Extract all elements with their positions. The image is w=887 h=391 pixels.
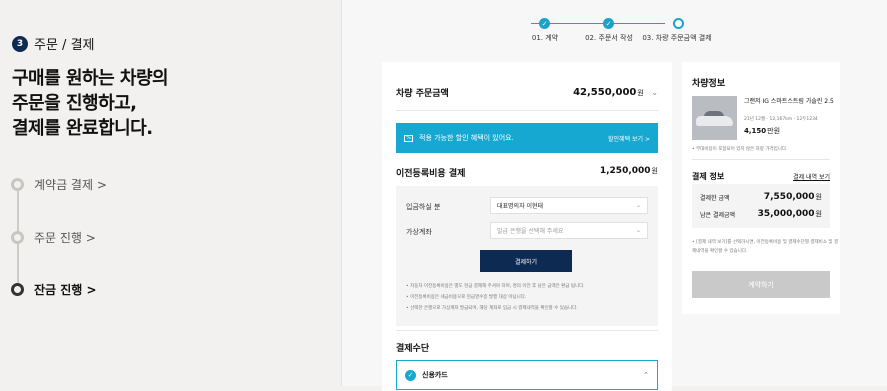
payment-method-label: 신용카드 bbox=[422, 371, 448, 379]
note-item: • 자동차 이전등록비용은 별도 현금 결제해 주셔야 하며, 명의 이전 후 … bbox=[406, 284, 585, 289]
currency-unit: 원 bbox=[637, 89, 644, 97]
order-payment-card: 차량 주문금액 42,550,000원 ⌄ % 적용 가능한 할인 혜택이 있어… bbox=[382, 62, 672, 391]
car-image bbox=[692, 96, 737, 140]
order-amount-value: 42,550,000원 ⌄ bbox=[573, 87, 658, 98]
payment-summary: 결제한 금액 7,550,000원 남은 결제금액 35,000,000원 bbox=[692, 184, 830, 228]
step-header: 3 주문 / 결제 bbox=[12, 34, 95, 53]
bank-placeholder: 발급 은행을 선택해 주세요 bbox=[497, 228, 564, 235]
car-price-unit: 만원 bbox=[767, 127, 781, 135]
headline-line: 결제를 완료합니다. bbox=[12, 118, 153, 139]
headline: 구매를 원하는 차량의 주문을 진행하고, 결제를 완료합니다. bbox=[12, 66, 169, 141]
paid-row: 결제한 금액 7,550,000원 bbox=[700, 192, 822, 202]
order-amount-row[interactable]: 차량 주문금액 42,550,000원 ⌄ bbox=[396, 86, 658, 99]
discount-link[interactable]: 할인혜택 보기 > bbox=[608, 134, 650, 143]
note-text: 자동차 이전등록비용은 별도 현금 결제해 주셔야 하며, 명의 이전 후 남은… bbox=[410, 284, 585, 289]
remaining-value: 35,000,000원 bbox=[758, 209, 822, 219]
divider bbox=[396, 110, 658, 111]
divider bbox=[396, 330, 658, 331]
divider bbox=[692, 159, 830, 160]
registration-fee-label: 이전등록비용 결제 bbox=[396, 169, 466, 179]
tracker-label: 01. 계약 bbox=[531, 34, 559, 42]
car-price-number: 4,150 bbox=[744, 127, 767, 135]
remaining-label: 남은 결제금액 bbox=[700, 211, 736, 219]
registration-fee-row: 이전등록비용 결제 1,250,000원 bbox=[396, 166, 658, 179]
notes-list: • 자동차 이전등록비용은 별도 현금 결제해 주셔야 하며, 명의 이전 후 … bbox=[406, 281, 648, 314]
paid-label: 결제한 금액 bbox=[700, 194, 730, 202]
checkout-tracker: ✓ ✓ 01. 계약 02. 주문서 작성 03. 차량 주문금액 결제 bbox=[525, 18, 712, 48]
payment-history-link[interactable]: 결제 내역 보기 bbox=[793, 172, 830, 181]
remaining-row: 남은 결제금액 35,000,000원 bbox=[700, 209, 822, 219]
left-guide-panel: 3 주문 / 결제 구매를 원하는 차량의 주문을 진행하고, 결제를 완료합니… bbox=[0, 0, 340, 391]
currency-unit: 원 bbox=[651, 167, 658, 175]
note-item: • 선택한 은행으로 가상계좌 발급되며, 해당 계좌로 입금 시 결제내역을 … bbox=[406, 306, 578, 311]
check-icon: ✓ bbox=[603, 18, 614, 29]
progress-step-label: 주문 진행 > bbox=[34, 231, 96, 245]
check-icon: ✓ bbox=[539, 18, 550, 29]
registration-fee-value: 1,250,000원 bbox=[600, 166, 658, 179]
payment-note: • [결제 내역 보기]를 선택하시면, 이전등록비용 및 결제수단별 결제비소… bbox=[692, 240, 839, 254]
banner-text: 적용 가능한 할인 혜택이 있어요. bbox=[419, 134, 514, 142]
summary-card: 차량정보 그랜저 IG 스마트스트림 가솔린 2.5 21년 12월 · 12,… bbox=[682, 62, 840, 314]
tracker-label: 03. 차량 주문금액 결제 bbox=[642, 34, 712, 42]
progress-step-label: 계약금 결제 > bbox=[34, 178, 107, 192]
progress-step-balance[interactable]: 잔금 진행 > bbox=[11, 281, 97, 298]
remaining-number: 35,000,000 bbox=[757, 209, 815, 219]
progress-step-deposit[interactable]: 계약금 결제 > bbox=[11, 176, 107, 193]
account-label: 가상계좌 bbox=[406, 228, 432, 236]
paid-number: 7,550,000 bbox=[763, 192, 815, 202]
tracker-label: 02. 주문서 작성 bbox=[585, 34, 633, 42]
registration-fee-number: 1,250,000 bbox=[599, 166, 651, 176]
payment-method-credit-card[interactable]: ✓ 신용카드 ⌃ bbox=[396, 360, 658, 390]
vehicle-note: • 부대비용이 포함되어 있지 않은 차량 가격입니다. bbox=[692, 147, 788, 152]
chevron-down-icon[interactable]: ⌄ bbox=[651, 88, 658, 97]
car-name: 그랜저 IG 스마트스트림 가솔린 2.5 bbox=[744, 98, 834, 105]
car-body bbox=[696, 116, 733, 126]
bank-select[interactable]: 발급 은행을 선택해 주세요 ⌄ bbox=[490, 222, 648, 239]
note-item: • 이전등록비용은 세금비용으로 현금영수증 발행 대상 아닙니다. bbox=[406, 295, 527, 300]
note-text: 이전등록비용은 세금비용으로 현금영수증 발행 대상 아닙니다. bbox=[410, 295, 527, 300]
tracker-line bbox=[531, 23, 665, 24]
headline-line: 구매를 원하는 차량의 bbox=[12, 68, 169, 89]
coupon-icon: % bbox=[404, 134, 413, 142]
progress-dot bbox=[11, 178, 24, 191]
progress-step-order[interactable]: 주문 진행 > bbox=[11, 229, 96, 246]
progress-dot-active bbox=[11, 283, 24, 296]
registration-fee-box: 입금하실 분 대표명의자 이현태 ⌄ 가상계좌 발급 은행을 선택해 주세요 ⌄… bbox=[396, 186, 658, 326]
payer-label: 입금하실 분 bbox=[406, 203, 441, 211]
progress-dot bbox=[11, 231, 24, 244]
note-text: 선택한 은행으로 가상계좌 발급되며, 해당 계좌로 입금 시 결제내역을 확인… bbox=[410, 306, 578, 311]
car-meta: 21년 12월 · 12,167km · 12두1234 bbox=[744, 117, 818, 122]
payer-select[interactable]: 대표명의자 이현태 ⌄ bbox=[490, 197, 648, 214]
paid-value: 7,550,000원 bbox=[764, 192, 822, 202]
order-amount-number: 42,550,000 bbox=[573, 87, 637, 98]
currency-unit: 원 bbox=[815, 210, 822, 218]
pay-button[interactable]: 결제하기 bbox=[480, 250, 572, 272]
discount-banner[interactable]: % 적용 가능한 할인 혜택이 있어요. 할인혜택 보기 > bbox=[396, 123, 658, 153]
currency-unit: 원 bbox=[815, 193, 822, 201]
vehicle-info-title: 차량정보 bbox=[692, 79, 726, 89]
chevron-up-icon[interactable]: ⌃ bbox=[643, 371, 649, 379]
payer-value: 대표명의자 이현태 bbox=[497, 203, 544, 210]
current-step-icon bbox=[673, 18, 684, 29]
order-amount-label: 차량 주문금액 bbox=[396, 89, 449, 99]
car-price: 4,150만원 bbox=[744, 126, 780, 136]
headline-line: 주문을 진행하고, bbox=[12, 93, 137, 114]
chevron-down-icon: ⌄ bbox=[635, 227, 641, 234]
step-number-badge: 3 bbox=[12, 35, 28, 52]
chevron-down-icon: ⌄ bbox=[635, 202, 641, 209]
payment-method-title: 결제수단 bbox=[396, 344, 430, 354]
payment-info-title: 결제 정보 bbox=[692, 172, 725, 181]
progress-step-label: 잔금 진행 > bbox=[34, 283, 97, 297]
contract-button[interactable]: 계약하기 bbox=[692, 271, 830, 298]
check-icon: ✓ bbox=[405, 369, 416, 381]
step-label: 주문 / 결제 bbox=[34, 38, 95, 53]
